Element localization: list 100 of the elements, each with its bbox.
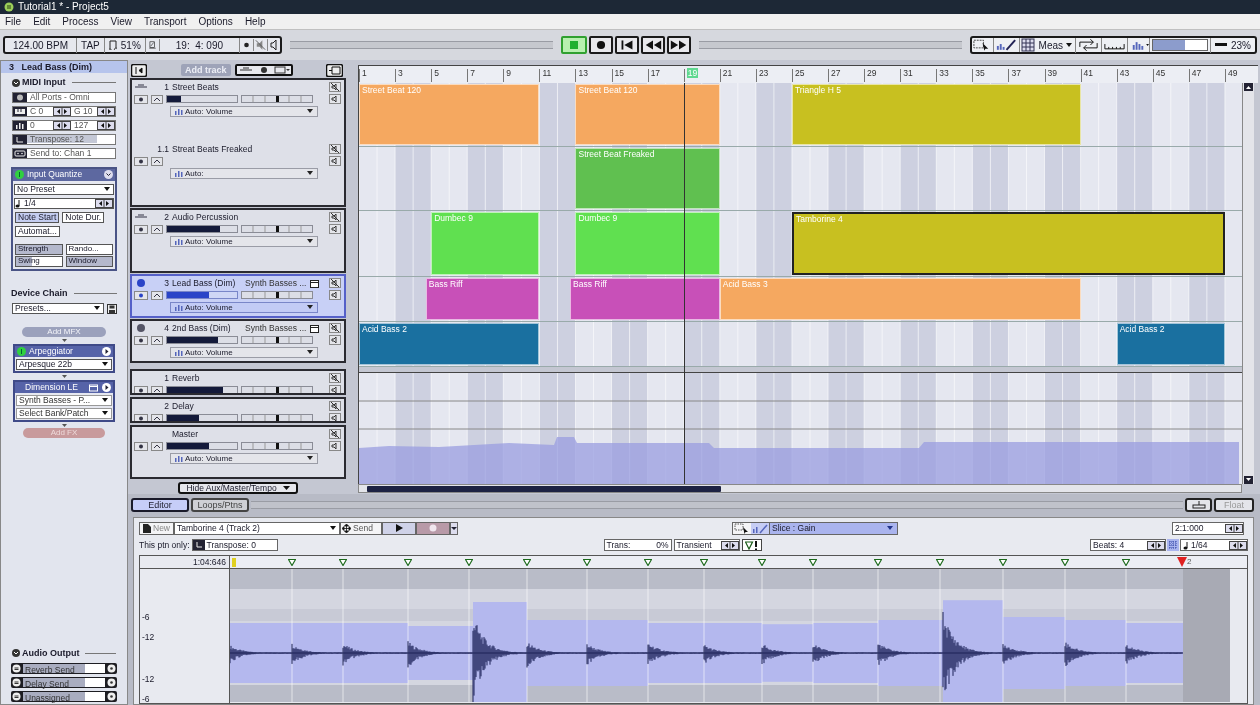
automation-dropdown[interactable]: Auto: xyxy=(170,168,318,179)
window-icon[interactable] xyxy=(310,323,320,333)
volume-meter[interactable] xyxy=(166,386,238,393)
send-button[interactable]: Send xyxy=(340,521,382,535)
record-arm-icon[interactable] xyxy=(134,156,148,166)
clip[interactable]: Bass Riff xyxy=(570,278,720,320)
track-header[interactable]: 1 Street Beats Auto: Volume 1.1 Streat Beats Freaked Auto: xyxy=(130,78,346,207)
track-name[interactable]: Audio Percussion xyxy=(172,210,290,224)
spinner-arrows-icon[interactable] xyxy=(53,120,71,130)
transient-detect-button[interactable] xyxy=(741,539,762,551)
clip[interactable]: Bass Riff xyxy=(425,278,540,320)
collapse-icon[interactable] xyxy=(12,649,20,658)
spinner-arrows-icon[interactable] xyxy=(720,540,739,550)
transpose-field[interactable]: Transpose: 12 xyxy=(12,133,116,145)
pan-slider[interactable] xyxy=(241,386,313,393)
transient-marker-icon[interactable] xyxy=(1061,559,1069,566)
horizontal-scrollbar[interactable] xyxy=(358,484,1242,493)
pan-slider[interactable] xyxy=(241,95,313,103)
range-high-value[interactable]: G 10 xyxy=(71,104,97,118)
range-high-value[interactable]: 127 xyxy=(71,118,97,132)
forward-button[interactable] xyxy=(666,36,691,54)
track-header[interactable]: 4 2nd Bass (Dim) Synth Basses ... Auto: Volume xyxy=(130,319,346,363)
pan-slider[interactable] xyxy=(241,336,313,344)
pan-slider[interactable] xyxy=(241,225,313,233)
pan-thumb[interactable] xyxy=(275,443,279,449)
editor-tab[interactable]: Editor xyxy=(131,498,189,512)
volume-meter[interactable] xyxy=(166,336,238,344)
quantize-slider[interactable]: Window xyxy=(65,255,113,267)
record-arm-icon[interactable] xyxy=(134,413,148,421)
spinner-arrows-icon[interactable] xyxy=(95,198,113,208)
track-name[interactable]: Streat Beats Freaked xyxy=(172,142,290,156)
record-arm-icon[interactable] xyxy=(134,441,148,451)
spinner-arrows-icon[interactable] xyxy=(1147,540,1165,550)
transient-marker-icon[interactable] xyxy=(288,559,296,566)
solo-icon[interactable] xyxy=(329,290,341,300)
track-name[interactable]: Delay xyxy=(172,399,290,413)
scroll-thumb[interactable] xyxy=(367,485,721,492)
pan-thumb[interactable] xyxy=(275,226,279,232)
track-name[interactable]: Reverb xyxy=(172,371,290,385)
automation-dropdown[interactable]: Auto: Volume xyxy=(170,236,318,247)
track-name[interactable]: Street Beats xyxy=(172,80,290,94)
panel-toggle-icon[interactable] xyxy=(326,63,343,77)
menu-item[interactable]: Transport xyxy=(144,16,187,27)
volume-meter[interactable] xyxy=(166,95,238,103)
scroll-up-icon[interactable] xyxy=(1244,83,1253,91)
transient-marker-icon[interactable] xyxy=(809,559,817,566)
transient-marker-icon[interactable] xyxy=(583,559,591,566)
track-header[interactable]: 3 Lead Bass (Dim) Synth Basses ... Auto: Volume xyxy=(130,274,346,318)
pan-thumb[interactable] xyxy=(275,292,279,298)
send-slider[interactable]: Delay Send xyxy=(11,677,117,688)
pan-slider[interactable] xyxy=(241,414,313,421)
mute-speaker-icon[interactable] xyxy=(254,39,269,51)
bus-header[interactable]: 2 Delay xyxy=(130,397,346,423)
pan-slider[interactable] xyxy=(241,442,313,450)
panel-toggle-icon[interactable] xyxy=(131,63,147,77)
transient-marker-icon[interactable] xyxy=(523,559,531,566)
mute-icon[interactable] xyxy=(329,323,341,333)
transient-marker-icon[interactable] xyxy=(644,559,652,566)
mute-icon[interactable] xyxy=(329,401,341,411)
range-low-value[interactable]: 0 xyxy=(27,118,53,132)
device-dropdown[interactable]: Synth Basses - P... xyxy=(16,395,112,406)
editor-tab[interactable]: Loops/Ptns xyxy=(191,498,249,512)
grid-icon[interactable] xyxy=(1019,38,1036,52)
menu-item[interactable]: Edit xyxy=(33,16,51,27)
spinner-arrows-icon[interactable] xyxy=(97,106,115,116)
transient-marker-icon[interactable] xyxy=(758,559,766,566)
position-readout[interactable]: 19: 4: 090 xyxy=(159,37,241,53)
clip[interactable]: Acid Bass 2 xyxy=(1116,323,1225,365)
presets-dropdown[interactable]: Presets... xyxy=(12,303,104,314)
menu-item[interactable]: File xyxy=(5,16,22,27)
quantize-option[interactable]: Note Start xyxy=(15,211,60,223)
pan-thumb[interactable] xyxy=(275,415,279,421)
collapse-icon[interactable] xyxy=(12,78,20,87)
transpose-field[interactable]: Transpose: 0 xyxy=(191,539,278,551)
tap-button[interactable]: TAP xyxy=(77,37,105,53)
menu-item[interactable]: View xyxy=(110,16,132,27)
pan-thumb[interactable] xyxy=(275,337,279,343)
transient-marker-icon[interactable] xyxy=(999,559,1007,566)
automation-dropdown[interactable]: Auto: Volume xyxy=(170,347,318,358)
automation-dropdown[interactable]: Auto: Volume xyxy=(170,106,318,117)
swing-readout[interactable]: 51% xyxy=(120,37,141,53)
menu-item[interactable]: Options xyxy=(198,16,233,27)
volume-meter[interactable] xyxy=(166,442,238,450)
track-name[interactable]: Master xyxy=(172,427,290,441)
input-monitor-icon[interactable] xyxy=(151,385,163,393)
solo-icon[interactable] xyxy=(329,413,341,421)
solo-icon[interactable] xyxy=(329,156,341,166)
quantize-option[interactable]: Note Dur. xyxy=(62,211,105,223)
quantize-slider[interactable]: Rando... xyxy=(65,243,113,255)
to-start-button[interactable] xyxy=(614,36,639,54)
mute-icon[interactable] xyxy=(329,82,341,92)
transient-marker-icon[interactable] xyxy=(404,559,412,566)
record-button[interactable] xyxy=(588,36,613,54)
solo-icon[interactable] xyxy=(329,441,341,451)
input-monitor-icon[interactable] xyxy=(151,441,163,451)
volume-meter[interactable] xyxy=(166,291,238,299)
record-arm-icon[interactable] xyxy=(134,335,148,345)
port-field[interactable]: All Ports - Omni xyxy=(12,91,116,103)
track-name[interactable]: 2nd Bass (Dim) xyxy=(172,321,242,335)
clip[interactable]: Acid Bass 2 xyxy=(359,323,540,365)
